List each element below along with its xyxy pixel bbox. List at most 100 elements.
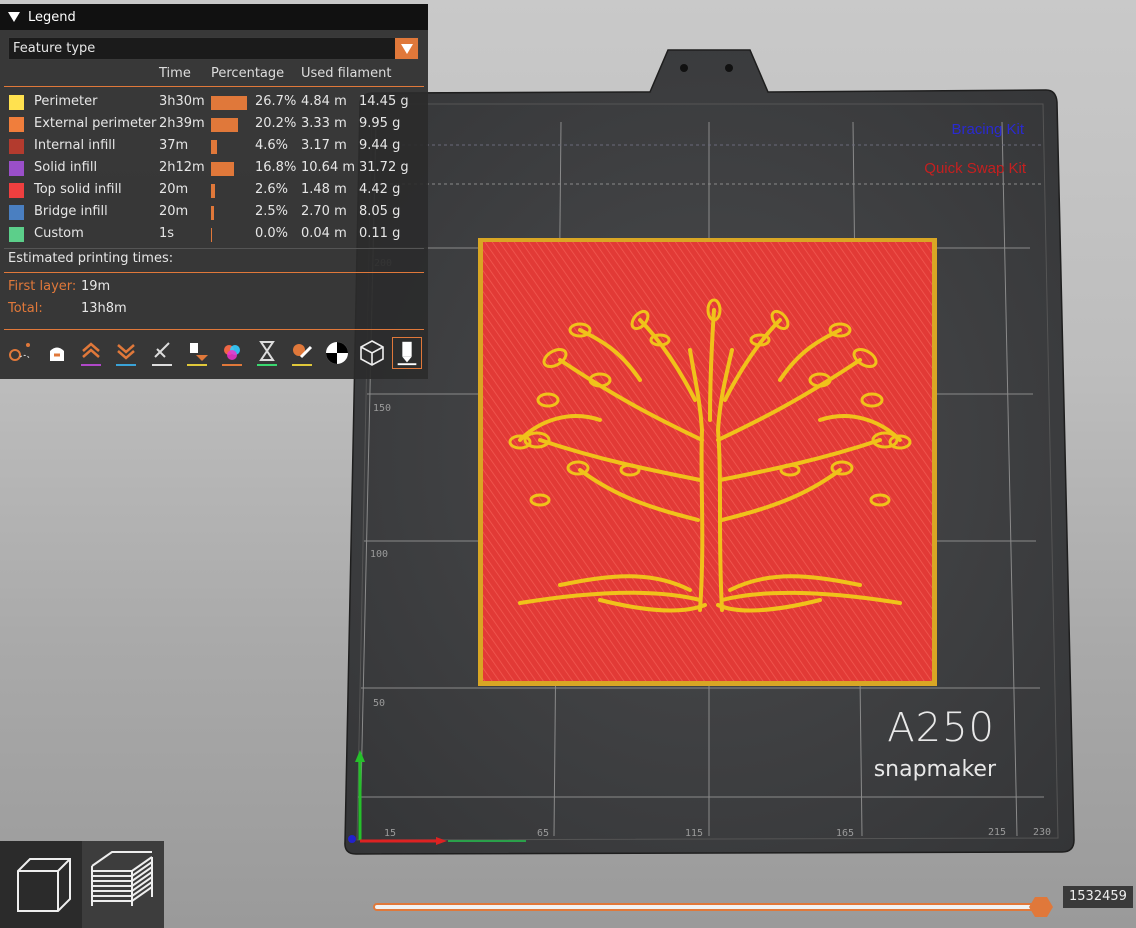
feature-percentage: 20.2% [255, 116, 297, 131]
color-swatch [9, 183, 24, 198]
legend-row[interactable]: Bridge infill 20m 2.5% 2.70 m 8.05 g [0, 202, 428, 224]
column-header-percentage: Percentage [211, 66, 285, 81]
tool-changes-icon[interactable] [182, 337, 212, 369]
feature-label: Custom [34, 226, 84, 241]
legend-row[interactable]: Custom 1s 0.0% 0.04 m 0.11 g [0, 224, 428, 246]
feature-label: Solid infill [34, 160, 98, 175]
wipes-icon[interactable] [111, 337, 141, 369]
divider [4, 272, 424, 273]
color-changes-icon[interactable] [217, 337, 247, 369]
first-layer-label: First layer: [8, 279, 77, 294]
chevron-down-icon[interactable] [395, 38, 418, 59]
feature-length: 0.04 m [301, 226, 347, 241]
y-tick-label: 100 [370, 549, 388, 560]
feature-time: 20m [159, 204, 189, 219]
x-tick-label: 15 [384, 828, 396, 839]
first-layer-value: 19m [81, 279, 111, 294]
percentage-bar [211, 96, 247, 110]
percentage-bar [211, 162, 234, 176]
tool-marker-icon[interactable] [392, 337, 422, 369]
feature-length: 3.17 m [301, 138, 347, 153]
legend-row[interactable]: External perimeter 2h39m 20.2% 3.33 m 9.95 g [0, 114, 428, 136]
legend-header[interactable]: Legend [0, 4, 428, 30]
feature-time: 1s [159, 226, 175, 241]
brand-logo-text: snapmaker [874, 757, 997, 782]
feature-weight: 4.42 g [359, 182, 401, 197]
color-swatch [9, 205, 24, 220]
divider [4, 329, 424, 330]
y-tick-label: 50 [373, 698, 385, 709]
x-tick-label: 165 [836, 828, 854, 839]
feature-weight: 0.11 g [359, 226, 401, 241]
feature-time: 2h39m [159, 116, 205, 131]
column-header-used-filament: Used filament [301, 66, 392, 81]
slider-value-label: 1532459 [1063, 886, 1133, 908]
legend-row[interactable]: Perimeter 3h30m 26.7% 4.84 m 14.45 g [0, 92, 428, 114]
legend-row[interactable]: Top solid infill 20m 2.6% 1.48 m 4.42 g [0, 180, 428, 202]
bracing-kit-label: Bracing Kit [951, 121, 1024, 138]
collapse-triangle-icon[interactable] [8, 12, 20, 22]
total-time-label: Total: [8, 301, 43, 316]
feature-weight: 9.95 g [359, 116, 401, 131]
feature-time: 37m [159, 138, 189, 153]
slider-handle[interactable] [1029, 896, 1055, 918]
legend-title: Legend [28, 9, 76, 25]
total-time-value: 13h8m [81, 301, 127, 316]
feature-time: 20m [159, 182, 189, 197]
view-mode-switcher [0, 841, 164, 928]
feature-percentage: 16.8% [255, 160, 297, 175]
x-tick-label: 215 [988, 827, 1006, 838]
legend-toolbar [4, 337, 424, 369]
view-type-select[interactable]: Feature type [8, 37, 419, 60]
feature-label: Perimeter [34, 94, 98, 109]
feature-label: Top solid infill [34, 182, 122, 197]
feature-time: 2h12m [159, 160, 205, 175]
color-swatch [9, 95, 24, 110]
column-header-time: Time [159, 66, 191, 81]
feature-weight: 8.05 g [359, 204, 401, 219]
legend-row[interactable]: Solid infill 2h12m 16.8% 10.64 m 31.72 g [0, 158, 428, 180]
pause-prints-icon[interactable] [252, 337, 282, 369]
deretractions-icon[interactable] [76, 337, 106, 369]
feature-percentage: 0.0% [255, 226, 289, 241]
feature-weight: 9.44 g [359, 138, 401, 153]
divider [4, 248, 424, 249]
feature-weight: 31.72 g [359, 160, 409, 175]
quick-swap-kit-label: Quick Swap Kit [924, 160, 1027, 177]
color-swatch [9, 227, 24, 242]
legend-row[interactable]: Internal infill 37m 4.6% 3.17 m 9.44 g [0, 136, 428, 158]
percentage-bar [211, 118, 238, 132]
x-tick-label: 115 [685, 828, 703, 839]
printer-model-label: A250 [887, 705, 995, 751]
legend-panel: Legend Feature type Time Percentage Used… [0, 4, 428, 379]
color-swatch [9, 117, 24, 132]
gcode-move-slider[interactable] [373, 903, 1041, 911]
feature-length: 1.48 m [301, 182, 347, 197]
divider [4, 86, 424, 87]
percentage-bar [211, 140, 217, 154]
3d-view-icon[interactable] [0, 841, 82, 928]
view-type-value: Feature type [13, 41, 96, 56]
estimated-times-label: Estimated printing times: [8, 251, 174, 266]
feature-percentage: 2.5% [255, 204, 289, 219]
center-of-gravity-icon[interactable] [322, 337, 352, 369]
seams-icon[interactable] [147, 337, 177, 369]
layers-preview-icon[interactable] [82, 841, 164, 928]
x-tick-label: 65 [537, 828, 549, 839]
feature-time: 3h30m [159, 94, 205, 109]
travel-icon[interactable] [6, 337, 36, 369]
shells-icon[interactable] [357, 337, 387, 369]
feature-label: Bridge infill [34, 204, 108, 219]
feature-length: 4.84 m [301, 94, 347, 109]
feature-length: 3.33 m [301, 116, 347, 131]
retractions-icon[interactable] [42, 337, 72, 369]
feature-percentage: 2.6% [255, 182, 289, 197]
custom-gcodes-icon[interactable] [287, 337, 317, 369]
feature-percentage: 26.7% [255, 94, 297, 109]
percentage-bar [211, 228, 212, 242]
feature-length: 2.70 m [301, 204, 347, 219]
x-tick-label: 230 [1033, 827, 1051, 838]
feature-weight: 14.45 g [359, 94, 409, 109]
printed-model[interactable] [478, 238, 937, 686]
feature-label: External perimeter [34, 116, 157, 131]
